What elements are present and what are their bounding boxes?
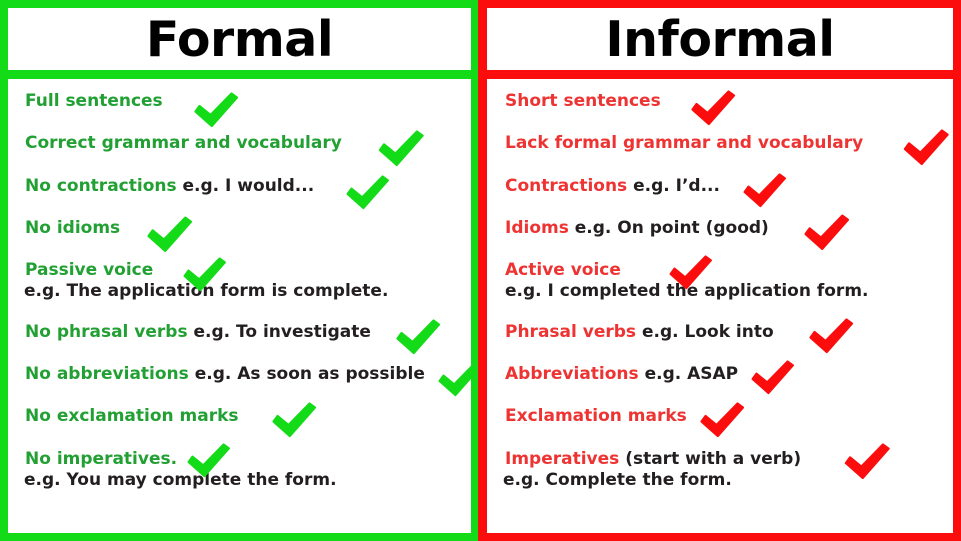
list-item-keyword: Lack formal grammar and vocabulary (505, 133, 864, 153)
list-item: Active voice e.g. I completed the applic… (487, 255, 953, 302)
list-item-sub-line: e.g. The application form is complete. (24, 281, 389, 301)
informal-row-list: Short sentences Lack formal grammar and v… (487, 79, 953, 533)
list-item-keyword: No abbreviations (25, 364, 189, 384)
list-item-example: (start with a verb) (619, 449, 802, 469)
list-item-example: e.g. Look into (636, 322, 774, 342)
list-item: Lack formal grammar and vocabulary (487, 129, 953, 166)
list-item-keyword: Short sentences (505, 91, 661, 111)
list-item-keyword: Contractions (505, 176, 628, 196)
list-item-keyword: Correct grammar and vocabulary (25, 133, 342, 153)
list-item: No contractions e.g. I would... (8, 175, 471, 210)
list-item-sub-line: e.g. Complete the form. (503, 470, 732, 490)
formal-body: Full sentences Correct grammar and vocabu… (8, 79, 471, 533)
formal-panel: Formal Full sentences Correct grammar and… (0, 0, 478, 541)
list-item: No exclamation marks (8, 402, 471, 438)
list-item-main-line: Lack formal grammar and vocabulary (487, 133, 953, 154)
list-item-example: e.g. ASAP (638, 364, 739, 384)
list-item-main-line: Passive voice (8, 260, 471, 281)
list-item: Correct grammar and vocabulary (8, 130, 471, 167)
list-item-keyword: Active voice (505, 260, 621, 280)
list-item-main-line: Active voice (487, 260, 953, 281)
list-item: Imperatives (start with a verb) e.g. Comp… (487, 443, 953, 491)
list-item-keyword: No phrasal verbs (25, 322, 188, 342)
list-item: No imperatives. e.g. You may complete the… (8, 443, 471, 491)
list-item: Abbreviations e.g. ASAP (487, 360, 953, 395)
list-item-keyword: Phrasal verbs (505, 322, 637, 342)
list-item-keyword: No contractions (25, 176, 177, 196)
list-item: Idioms e.g. On point (good) (487, 214, 953, 250)
list-item-keyword: Exclamation marks (505, 406, 687, 426)
list-item-keyword: Abbreviations (505, 364, 639, 384)
list-item-main-line: No abbreviations e.g. As soon as possibl… (8, 364, 471, 385)
list-item-main-line: No imperatives. (8, 449, 471, 470)
list-item-sub-line: e.g. You may complete the form. (24, 470, 337, 490)
list-item-keyword: Idioms (505, 218, 569, 238)
list-item-main-line: Idioms e.g. On point (good) (487, 218, 953, 239)
list-item: Exclamation marks (487, 402, 953, 438)
list-item-main-line: Abbreviations e.g. ASAP (487, 364, 953, 385)
list-item-example: e.g. I’d... (627, 176, 720, 196)
list-item-main-line: Correct grammar and vocabulary (8, 133, 471, 154)
list-item-main-line: Exclamation marks (487, 406, 953, 427)
list-item: Passive voice e.g. The application form i… (8, 257, 471, 302)
list-item-sub-line: e.g. I completed the application form. (505, 281, 869, 301)
list-item: Full sentences (8, 91, 471, 128)
formal-row-list: Full sentences Correct grammar and vocabu… (8, 79, 471, 533)
list-item-main-line: Imperatives (start with a verb) (487, 449, 953, 470)
list-item-keyword: No imperatives. (25, 449, 178, 469)
list-item-main-line: Contractions e.g. I’d... (487, 176, 953, 197)
list-item-main-line: Short sentences (487, 91, 953, 112)
list-item-keyword: Full sentences (25, 91, 163, 111)
comparison-infographic: Formal Full sentences Correct grammar and… (0, 0, 961, 541)
formal-title: Formal (145, 10, 334, 68)
list-item-example: e.g. As soon as possible (188, 364, 425, 384)
list-item: No phrasal verbs e.g. To investigate (8, 319, 471, 355)
list-item-main-line: No phrasal verbs e.g. To investigate (8, 322, 471, 343)
list-item-main-line: Phrasal verbs e.g. Look into (487, 322, 953, 343)
list-item-keyword: Passive voice (25, 260, 154, 280)
informal-title: Informal (605, 10, 835, 68)
list-item-keyword: No exclamation marks (25, 406, 239, 426)
informal-body: Short sentences Lack formal grammar and v… (487, 79, 953, 533)
list-item-keyword: No idioms (25, 218, 121, 238)
list-item: Phrasal verbs e.g. Look into (487, 318, 953, 354)
informal-header: Informal (487, 8, 953, 70)
list-item-example: e.g. I would... (176, 176, 315, 196)
list-item: No idioms (8, 216, 471, 252)
list-item-main-line: No idioms (8, 218, 471, 239)
list-item: Short sentences (487, 90, 953, 126)
formal-header: Formal (8, 8, 471, 70)
list-item-example: e.g. On point (good) (568, 218, 769, 238)
list-item-main-line: No exclamation marks (8, 406, 471, 427)
informal-panel: Informal Short sentences Lack formal gram… (478, 0, 961, 541)
list-item: Contractions e.g. I’d... (487, 173, 953, 208)
list-item: No abbreviations e.g. As soon as possibl… (8, 364, 471, 397)
list-item-main-line: Full sentences (8, 91, 471, 112)
list-item-example: e.g. To investigate (187, 322, 371, 342)
list-item-main-line: No contractions e.g. I would... (8, 176, 471, 197)
list-item-keyword: Imperatives (505, 449, 620, 469)
